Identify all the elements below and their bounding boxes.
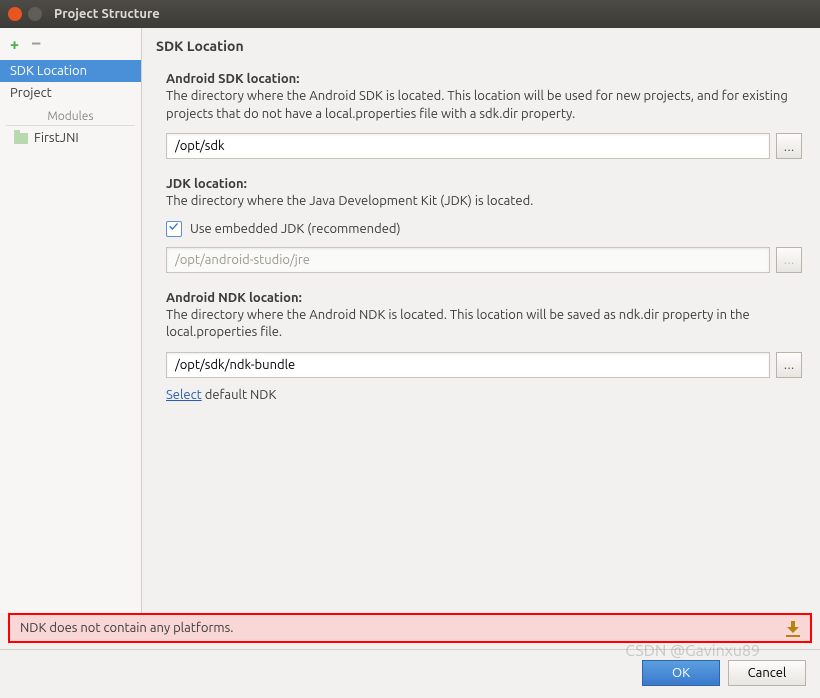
select-default-ndk-link[interactable]: Select bbox=[166, 388, 202, 402]
sidebar-item-sdk-location[interactable]: SDK Location bbox=[0, 60, 141, 82]
sidebar-module-label: FirstJNI bbox=[34, 131, 79, 145]
error-message: NDK does not contain any platforms. bbox=[20, 621, 233, 635]
window-minimize-button[interactable] bbox=[28, 7, 42, 21]
sdk-browse-button[interactable]: ... bbox=[776, 133, 802, 159]
window-close-button[interactable] bbox=[8, 7, 22, 21]
ndk-desc: The directory where the Android NDK is l… bbox=[166, 307, 802, 342]
sdk-desc: The directory where the Android SDK is l… bbox=[166, 88, 802, 123]
content-panel: SDK Location Android SDK location: The d… bbox=[142, 28, 820, 613]
folder-icon bbox=[14, 133, 28, 144]
jdk-desc: The directory where the Java Development… bbox=[166, 193, 802, 211]
use-embedded-jdk-label: Use embedded JDK (recommended) bbox=[190, 222, 401, 236]
sidebar-module-firstjni[interactable]: FirstJNI bbox=[0, 128, 141, 148]
remove-icon[interactable]: − bbox=[31, 36, 41, 54]
sidebar-item-label: Project bbox=[10, 86, 52, 100]
page-title: SDK Location bbox=[156, 38, 802, 54]
titlebar: Project Structure bbox=[0, 0, 820, 28]
sdk-location-input[interactable] bbox=[166, 133, 770, 159]
sidebar-item-project[interactable]: Project bbox=[0, 82, 141, 104]
sidebar-item-label: SDK Location bbox=[10, 64, 87, 78]
use-embedded-jdk-checkbox[interactable] bbox=[166, 221, 182, 237]
download-icon[interactable] bbox=[786, 621, 800, 635]
sdk-title: Android SDK location: bbox=[166, 72, 802, 86]
ndk-location-input[interactable] bbox=[166, 352, 770, 378]
sidebar: + − SDK Location Project Modules FirstJN… bbox=[0, 28, 142, 613]
ndk-title: Android NDK location: bbox=[166, 291, 802, 305]
error-bar: NDK does not contain any platforms. bbox=[8, 613, 812, 643]
window-title: Project Structure bbox=[54, 7, 160, 21]
cancel-button[interactable]: Cancel bbox=[728, 660, 806, 686]
ok-button[interactable]: OK bbox=[642, 660, 720, 686]
sidebar-modules-header: Modules bbox=[6, 106, 135, 126]
add-icon[interactable]: + bbox=[10, 36, 19, 54]
sdk-section: Android SDK location: The directory wher… bbox=[166, 72, 802, 159]
jdk-browse-button: ... bbox=[776, 247, 802, 273]
select-default-ndk-suffix: default NDK bbox=[202, 388, 277, 402]
jdk-section: JDK location: The directory where the Ja… bbox=[166, 177, 802, 273]
ndk-browse-button[interactable]: ... bbox=[776, 352, 802, 378]
jdk-location-input bbox=[166, 247, 770, 273]
dialog-footer: OK Cancel bbox=[0, 650, 820, 698]
jdk-title: JDK location: bbox=[166, 177, 802, 191]
ndk-section: Android NDK location: The directory wher… bbox=[166, 291, 802, 402]
